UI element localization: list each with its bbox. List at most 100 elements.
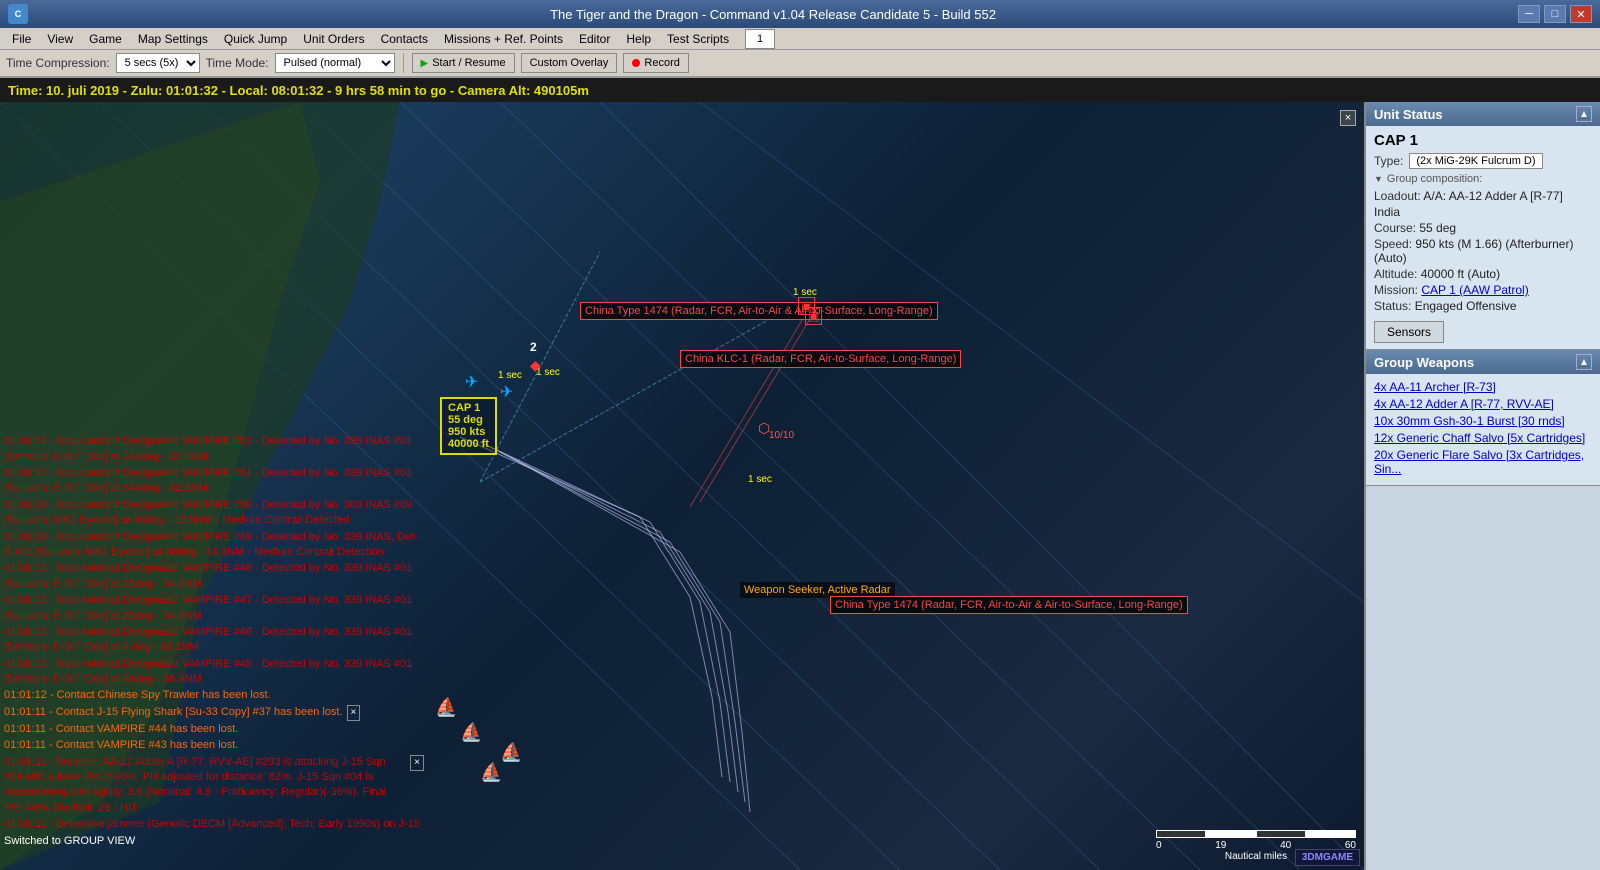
mission-link[interactable]: CAP 1 (AAW Patrol) bbox=[1421, 283, 1528, 297]
menubar: File View Game Map Settings Quick Jump U… bbox=[0, 28, 1600, 50]
speed-row: Speed: 950 kts (M 1.66) (Afterburner) (A… bbox=[1374, 237, 1592, 265]
separator-1 bbox=[403, 53, 404, 73]
course-row: Course: 55 deg bbox=[1374, 221, 1592, 235]
unit-marker-enemy-1: ◆ bbox=[530, 357, 541, 374]
status-bar: Time: 10. juli 2019 - Zulu: 01:01:32 - L… bbox=[0, 78, 1600, 102]
logo-badge: 3DMGAME bbox=[1295, 849, 1360, 866]
enemy-group-count: 10/10 bbox=[769, 430, 794, 441]
scale-40: 40 bbox=[1280, 840, 1291, 851]
status-row: Status: Engaged Offensive bbox=[1374, 299, 1592, 313]
unit-status-collapse-btn[interactable]: ▲ bbox=[1576, 106, 1592, 122]
expand-arrow-icon: ▼ bbox=[1374, 174, 1383, 184]
menu-test-scripts[interactable]: Test Scripts bbox=[659, 30, 737, 48]
loadout-value: A/A: AA-12 Adder A [R-77] bbox=[1423, 189, 1562, 203]
menu-quick-jump[interactable]: Quick Jump bbox=[216, 30, 295, 48]
loadout-row: Loadout: A/A: AA-12 Adder A [R-77] bbox=[1374, 189, 1592, 203]
menu-game[interactable]: Game bbox=[81, 30, 130, 48]
menu-map-settings[interactable]: Map Settings bbox=[130, 30, 216, 48]
unit-marker-friendly-2: ✈ bbox=[500, 382, 513, 402]
titlebar: C The Tiger and the Dragon - Command v1.… bbox=[0, 0, 1600, 28]
timer-label-4: 1 sec bbox=[748, 474, 772, 485]
group-count-2: 2 bbox=[530, 340, 537, 354]
unit-marker-friendly-1: ✈ bbox=[465, 372, 478, 392]
time-mode-label: Time Mode: bbox=[206, 56, 269, 70]
weapon-link-0[interactable]: 4x AA-11 Archer [R-73] bbox=[1374, 380, 1592, 394]
weapon-link-4[interactable]: 20x Generic Flare Salvo [3x Cartridges, … bbox=[1374, 448, 1592, 476]
group-comp-label: Group composition: bbox=[1387, 173, 1482, 185]
menu-help[interactable]: Help bbox=[618, 30, 659, 48]
menu-editor[interactable]: Editor bbox=[571, 30, 618, 48]
altitude-label: Altitude: bbox=[1374, 267, 1417, 281]
cap-label: CAP 1 bbox=[448, 402, 489, 414]
type-value: (2x MiG-29K Fulcrum D) bbox=[1409, 153, 1542, 169]
play-icon: ▶ bbox=[421, 58, 429, 69]
tab-input[interactable] bbox=[745, 29, 775, 49]
sensors-button[interactable]: Sensors bbox=[1374, 321, 1444, 343]
ship-marker-3: ⛵ bbox=[500, 742, 522, 763]
event-line-8: 01:01:12 - Contact Chinese Spy Trawler h… bbox=[4, 688, 424, 703]
event-line-13: 01:01:11 - Defensive jammer (Generic DEC… bbox=[4, 817, 424, 832]
mission-label: Mission: bbox=[1374, 283, 1418, 297]
group-weapons-title: Group Weapons bbox=[1374, 355, 1474, 370]
event-line-5: 01:01:13 - New contact! Designated VAMPI… bbox=[4, 593, 424, 624]
window-title: The Tiger and the Dragon - Command v1.04… bbox=[28, 7, 1518, 22]
weapon-link-3[interactable]: 12x Generic Chaff Salvo [5x Cartridges] bbox=[1374, 431, 1592, 445]
event-log: 01:01:31 - New contact! Designated VAMPI… bbox=[4, 434, 424, 850]
menu-unit-orders[interactable]: Unit Orders bbox=[295, 30, 372, 48]
status-label: Status: bbox=[1374, 299, 1411, 313]
dismiss-btn-1[interactable]: × bbox=[347, 705, 361, 721]
menu-view[interactable]: View bbox=[39, 30, 81, 48]
event-line-10: 01:01:11 - Contact VAMPIRE #44 has been … bbox=[4, 722, 424, 737]
loadout-label: Loadout: bbox=[1374, 189, 1421, 203]
unit-name: CAP 1 bbox=[1374, 132, 1592, 149]
altitude-value: 40000 ft (Auto) bbox=[1421, 267, 1500, 281]
close-button[interactable]: ✕ bbox=[1570, 5, 1592, 23]
scale-0: 0 bbox=[1156, 840, 1162, 851]
speed-label: Speed: bbox=[1374, 237, 1412, 251]
menu-file[interactable]: File bbox=[4, 30, 39, 48]
event-line-14: Switched to GROUP VIEW bbox=[4, 834, 424, 849]
group-weapons-section: Group Weapons ▲ 4x AA-11 Archer [R-73] 4… bbox=[1366, 350, 1600, 486]
china-label-2: China KLC-1 (Radar, FCR, Air-to-Surface,… bbox=[680, 350, 961, 368]
event-line-6: 01:01:13 - New contact! Designated VAMPI… bbox=[4, 625, 424, 656]
map-close-button[interactable]: × bbox=[1340, 110, 1356, 126]
unit-status-section: Unit Status ▲ CAP 1 Type: (2x MiG-29K Fu… bbox=[1366, 102, 1600, 350]
weapon-link-1[interactable]: 4x AA-12 Adder A [R-77, RVV-AE] bbox=[1374, 397, 1592, 411]
unit-status-header: Unit Status ▲ bbox=[1366, 102, 1600, 126]
event-line-3: 01:01:26 - New contact! Designated VAMPI… bbox=[4, 530, 424, 561]
app-icon: C bbox=[8, 4, 28, 24]
dismiss-btn-2[interactable]: × bbox=[410, 755, 424, 771]
course-value: 55 deg bbox=[1419, 221, 1456, 235]
event-line-2: 01:01:26 - New contact! Designated VAMPI… bbox=[4, 498, 424, 529]
group-weapons-collapse-btn[interactable]: ▲ bbox=[1576, 354, 1592, 370]
record-button[interactable]: Record bbox=[623, 53, 688, 73]
time-compression-label: Time Compression: bbox=[6, 56, 110, 70]
event-line-9: 01:01:11 - Contact J-15 Flying Shark [Su… bbox=[4, 705, 424, 721]
ship-marker-2: ⛵ bbox=[460, 722, 482, 743]
cap-unit-box[interactable]: CAP 1 55 deg 950 kts 40000 ft bbox=[440, 397, 497, 455]
map-view[interactable]: × CAP 1 55 deg 950 kts 40000 ft 1 sec 1 … bbox=[0, 102, 1364, 870]
ship-marker-1: ⛵ bbox=[435, 697, 457, 718]
time-mode-select[interactable]: Pulsed (normal) bbox=[275, 53, 395, 73]
weapon-link-2[interactable]: 10x 30mm Gsh-30-1 Burst [30 rnds] bbox=[1374, 414, 1592, 428]
timer-label-1: 1 sec bbox=[498, 370, 522, 381]
cap-ft: 40000 ft bbox=[448, 438, 489, 450]
toolbar: Time Compression: 5 secs (5x) Time Mode:… bbox=[0, 50, 1600, 78]
minimize-button[interactable]: ─ bbox=[1518, 5, 1540, 23]
event-line-1: 01:01:31 - New contact! Designated VAMPI… bbox=[4, 466, 424, 497]
china-label-3: China Type 1474 (Radar, FCR, Air-to-Air … bbox=[830, 596, 1188, 614]
start-resume-button[interactable]: ▶ Start / Resume bbox=[412, 53, 515, 73]
record-dot-icon bbox=[632, 59, 640, 67]
right-panel: Unit Status ▲ CAP 1 Type: (2x MiG-29K Fu… bbox=[1364, 102, 1600, 870]
time-compression-select[interactable]: 5 secs (5x) bbox=[116, 53, 200, 73]
menu-missions-ref[interactable]: Missions + Ref. Points bbox=[436, 30, 571, 48]
group-comp-row: ▼ Group composition: bbox=[1374, 173, 1592, 185]
event-line-0: 01:01:31 - New contact! Designated VAMPI… bbox=[4, 434, 424, 465]
menu-contacts[interactable]: Contacts bbox=[373, 30, 436, 48]
unit-marker-enemy-3: ▣ bbox=[805, 307, 822, 325]
event-line-11: 01:01:11 - Contact VAMPIRE #43 has been … bbox=[4, 738, 424, 753]
custom-overlay-button[interactable]: Custom Overlay bbox=[521, 53, 618, 73]
cap-deg: 55 deg bbox=[448, 414, 489, 426]
maximize-button[interactable]: □ bbox=[1544, 5, 1566, 23]
unit-status-content: CAP 1 Type: (2x MiG-29K Fulcrum D) ▼ Gro… bbox=[1366, 126, 1600, 349]
